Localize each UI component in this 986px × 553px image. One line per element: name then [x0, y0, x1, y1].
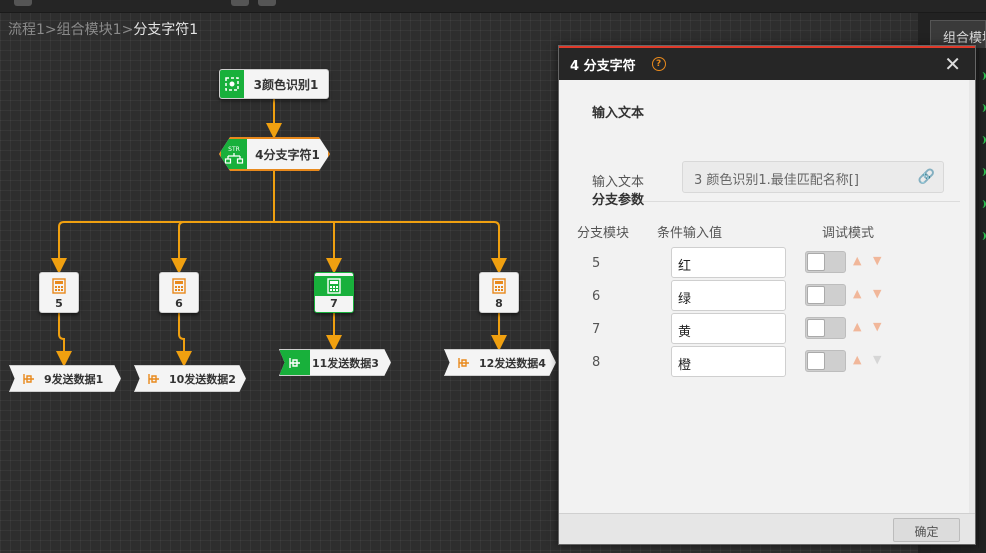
move-down-icon[interactable]: ▼ — [873, 287, 881, 300]
section-divider — [592, 201, 960, 202]
ok-button[interactable]: 确定 — [893, 518, 960, 542]
node-label: 3颜色识别1 — [253, 77, 319, 92]
row-module-id: 5 — [592, 256, 601, 271]
send-data-icon — [16, 366, 42, 391]
condition-input[interactable]: 橙 — [671, 346, 786, 377]
move-down-icon[interactable]: ▼ — [873, 320, 881, 333]
node-label: 10发送数据2 — [169, 372, 236, 386]
row-module-id: 7 — [592, 322, 601, 337]
node-label: 12发送数据4 — [479, 356, 546, 370]
color-recognition-icon — [220, 70, 244, 98]
node-label: 6 — [175, 297, 183, 310]
help-icon[interactable]: ? — [651, 57, 666, 71]
node-label: 7 — [330, 297, 338, 310]
connector-line — [176, 313, 192, 367]
close-icon[interactable]: ✕ — [944, 52, 961, 76]
node-label: 4分支字符1 — [255, 147, 320, 162]
node-branch-string[interactable]: STR 4分支字符1 — [219, 137, 330, 171]
debug-toggle[interactable] — [805, 350, 846, 372]
debug-toggle[interactable] — [805, 317, 846, 339]
send-data-icon — [141, 366, 167, 391]
input-text-label: 输入文本 — [592, 175, 645, 190]
move-up-icon[interactable]: ▲ — [853, 254, 861, 267]
node-label: 8 — [495, 297, 503, 310]
input-text-value: 3 颜色识别1.最佳匹配名称[] — [694, 173, 859, 188]
section-title-input: 输入文本 — [592, 106, 645, 121]
node-color-recognition[interactable]: 3颜色识别1 — [219, 69, 329, 99]
section-title-branch-params: 分支参数 — [592, 193, 645, 208]
move-up-icon[interactable]: ▲ — [853, 353, 861, 366]
node-send-data-3[interactable]: 11发送数据3 — [279, 349, 391, 376]
condition-input[interactable]: 黄 — [671, 313, 786, 344]
move-up-icon[interactable]: ▲ — [853, 320, 861, 333]
dialog-header: 4 分支字符 ? ✕ — [559, 46, 975, 80]
str-icon-text: STR — [228, 146, 240, 153]
node-send-data-1[interactable]: 9发送数据1 — [9, 365, 121, 392]
column-header-module: 分支模块 — [577, 226, 630, 241]
flow-connections — [51, 99, 507, 367]
column-header-condition: 条件输入值 — [657, 226, 723, 241]
dialog-title: 4 分支字符 — [570, 58, 636, 74]
connector-line — [171, 221, 187, 274]
calculator-icon — [160, 276, 198, 296]
node-calc-6[interactable]: 6 — [159, 272, 199, 313]
right-edge-connectors — [978, 48, 986, 548]
calculator-icon — [480, 276, 518, 296]
node-calc-5[interactable]: 5 — [39, 272, 79, 313]
input-text-field[interactable]: 3 颜色识别1.最佳匹配名称[] 🔗 — [682, 161, 944, 193]
column-header-debug: 调试模式 — [822, 226, 875, 241]
link-icon[interactable]: 🔗 — [918, 169, 935, 185]
connector-line — [491, 221, 507, 274]
node-send-data-2[interactable]: 10发送数据2 — [134, 365, 246, 392]
branch-string-dialog: 4 分支字符 ? ✕ 输入文本 输入文本 3 颜色识别1.最佳匹配名称[] 🔗 … — [558, 45, 976, 545]
move-down-icon: ▼ — [873, 353, 882, 366]
move-down-icon[interactable]: ▼ — [873, 254, 881, 267]
debug-toggle[interactable] — [805, 251, 846, 273]
node-calc-7[interactable]: 7 — [314, 272, 354, 313]
node-send-data-4[interactable]: 12发送数据4 — [444, 349, 556, 376]
dialog-footer: 确定 — [559, 513, 975, 544]
calculator-icon — [315, 276, 353, 296]
node-label: 9发送数据1 — [44, 372, 104, 386]
condition-input[interactable]: 绿 — [671, 280, 786, 311]
connector-line — [56, 313, 72, 367]
debug-toggle[interactable] — [805, 284, 846, 306]
send-data-icon — [451, 350, 477, 375]
connector-line — [51, 221, 67, 274]
row-module-id: 6 — [592, 289, 601, 304]
dialog-body: 输入文本 输入文本 3 颜色识别1.最佳匹配名称[] 🔗 分支参数 分支模块 条… — [559, 80, 975, 513]
condition-input[interactable]: 红 — [671, 247, 786, 278]
calculator-icon — [40, 276, 78, 296]
node-label: 11发送数据3 — [312, 356, 379, 370]
node-calc-8[interactable]: 8 — [479, 272, 519, 313]
move-up-icon[interactable]: ▲ — [853, 287, 861, 300]
row-module-id: 8 — [592, 355, 601, 370]
tab-group-module[interactable]: 组合模块 — [930, 20, 986, 48]
node-label: 5 — [55, 297, 63, 310]
